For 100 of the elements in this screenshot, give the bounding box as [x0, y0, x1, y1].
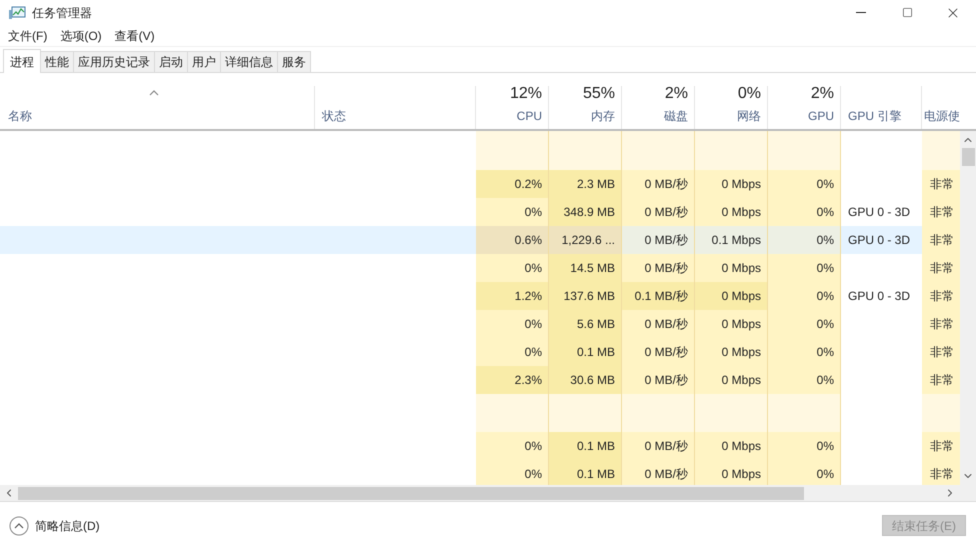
table-cell: 0 Mbps	[695, 254, 768, 282]
column-header[interactable]: 名称	[8, 107, 32, 125]
table-cell: 0 MB/秒	[622, 170, 695, 198]
column-header[interactable]: GPU	[808, 107, 834, 125]
table-cell: 0 MB/秒	[622, 198, 695, 226]
table-cell: 0 MB/秒	[622, 338, 695, 366]
column-header[interactable]: 电源使	[924, 107, 960, 125]
table-cell: 0 MB/秒	[622, 254, 695, 282]
scroll-thumb[interactable]	[962, 148, 974, 166]
collapse-icon[interactable]	[9, 516, 29, 536]
table-cell: 0%	[476, 310, 549, 338]
table-cell: 0%	[476, 254, 549, 282]
table-cell: 137.6 MB	[549, 282, 622, 310]
tab[interactable]: 详细信息	[220, 51, 278, 72]
column-header[interactable]: 磁盘	[664, 107, 688, 125]
column-total: 2%	[664, 84, 688, 104]
sort-caret-icon	[149, 90, 159, 96]
table-cell: 0 MB/秒	[622, 366, 695, 394]
table-cell: 0.1 MB	[549, 460, 622, 485]
menu-item[interactable]: 文件(F)	[3, 26, 52, 44]
table-cell: 非常	[922, 254, 960, 282]
table-cell: 0 MB/秒	[622, 226, 695, 254]
tab[interactable]: 应用历史记录	[73, 51, 155, 72]
table-cell: 非常	[922, 282, 960, 310]
table-cell: 非常	[922, 338, 960, 366]
table-cell: 0 Mbps	[695, 310, 768, 338]
table-cell: 0.2%	[476, 170, 549, 198]
menu-item[interactable]: 查看(V)	[110, 26, 160, 44]
table-cell: 0%	[768, 170, 841, 198]
tab[interactable]: 服务	[277, 51, 311, 72]
column-total: 12%	[510, 84, 542, 104]
table-cell: 0%	[768, 226, 841, 254]
table-cell: 0%	[768, 282, 841, 310]
table-cell: 0%	[476, 338, 549, 366]
tab[interactable]: 性能	[40, 51, 74, 72]
table-cell-text: GPU 0 - 3D	[848, 204, 910, 221]
table-cell: 非常	[922, 226, 960, 254]
vertical-scrollbar[interactable]	[960, 131, 976, 485]
table-cell: 非常	[922, 432, 960, 460]
table-cell: 非常	[922, 170, 960, 198]
table-cell: 0 MB/秒	[622, 460, 695, 485]
table-cell: 0 Mbps	[695, 366, 768, 394]
table-cell: 1.2%	[476, 282, 549, 310]
table-cell: 0%	[768, 338, 841, 366]
table-row[interactable]: 0.6% 1,229.6 ... 0 MB/秒 0.1 Mbps 0% GPU 0 - 3D 非常	[0, 226, 960, 254]
table-cell: 0%	[768, 254, 841, 282]
table-cell: 2.3 MB	[549, 170, 622, 198]
table-cell: 非常	[922, 460, 960, 485]
column-total: 55%	[582, 84, 615, 104]
tab[interactable]: 启动	[154, 51, 188, 72]
table-cell: 0%	[768, 460, 841, 485]
minimize-icon	[856, 12, 866, 13]
table-cell: 非常	[922, 310, 960, 338]
table-cell: 5.6 MB	[549, 310, 622, 338]
table-cell: 0 MB/秒	[622, 432, 695, 460]
table-cell: 0%	[768, 432, 841, 460]
monitor-icon	[9, 6, 26, 20]
table-cell: 0.1 MB	[549, 432, 622, 460]
column-total: 0%	[738, 84, 761, 104]
table-cell-text: GPU 0 - 3D	[848, 288, 910, 305]
table-cell: 348.9 MB	[549, 198, 622, 226]
table-cell: 0%	[476, 460, 549, 485]
table-cell: 非常	[922, 366, 960, 394]
table-cell	[922, 131, 960, 170]
window-title: 任务管理器	[32, 4, 92, 22]
column-header[interactable]: 网络	[737, 107, 761, 125]
table-cell: 0 Mbps	[695, 338, 768, 366]
tab[interactable]: 进程	[3, 49, 41, 73]
menu-item[interactable]: 选项(O)	[55, 26, 107, 44]
table-cell: 30.6 MB	[549, 366, 622, 394]
table-cell: 0 Mbps	[695, 460, 768, 485]
table-cell: 0.1 MB	[549, 338, 622, 366]
table-cell: 0 Mbps	[695, 282, 768, 310]
table-cell: 0%	[768, 310, 841, 338]
table-cell: 0 Mbps	[695, 170, 768, 198]
table-cell: 0 Mbps	[695, 432, 768, 460]
table-cell: 0%	[768, 198, 841, 226]
column-header[interactable]: GPU 引擎	[848, 107, 902, 125]
column-header[interactable]: CPU	[516, 107, 542, 125]
table-cell: 0.6%	[476, 226, 549, 254]
scroll-thumb[interactable]	[18, 486, 804, 500]
table-cell: 0 Mbps	[695, 198, 768, 226]
table-cell: 0%	[476, 432, 549, 460]
maximize-icon	[902, 7, 912, 18]
table-cell: 0 MB/秒	[622, 310, 695, 338]
column-total: 2%	[810, 84, 834, 104]
table-cell: 2.3%	[476, 366, 549, 394]
table-cell-text: GPU 0 - 3D	[848, 232, 910, 249]
table-cell: 14.5 MB	[549, 254, 622, 282]
table-cell: 非常	[922, 198, 960, 226]
table-cell: 1,229.6 ...	[549, 226, 622, 254]
column-header[interactable]: 内存	[591, 107, 615, 125]
horizontal-scrollbar[interactable]	[0, 485, 976, 501]
table-cell: 0.1 MB/秒	[622, 282, 695, 310]
table-cell: 0%	[476, 198, 549, 226]
table-cell: 0%	[768, 366, 841, 394]
fewer-details-link[interactable]: 简略信息(D)	[35, 516, 100, 534]
table-cell	[922, 394, 960, 432]
tab[interactable]: 用户	[187, 51, 221, 72]
column-header[interactable]: 状态	[322, 107, 346, 125]
